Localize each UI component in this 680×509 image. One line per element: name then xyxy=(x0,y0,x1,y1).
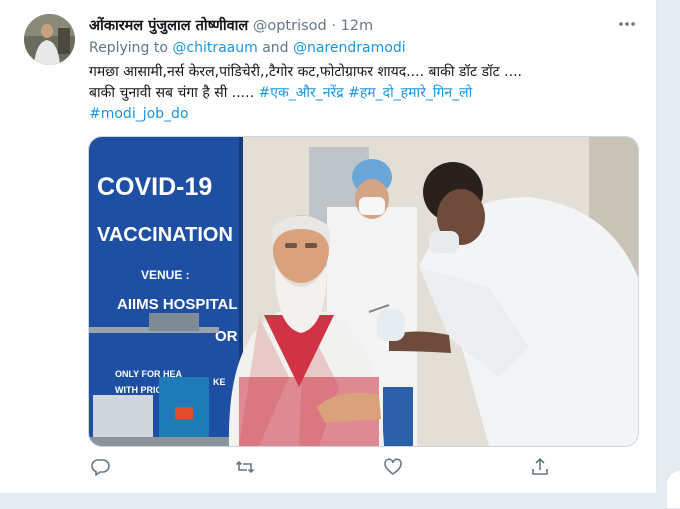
author-name[interactable]: ओंकारमल पुंजुलाल तोष्णीवाल xyxy=(89,18,248,34)
replying-to-label: Replying to xyxy=(89,40,173,56)
avatar[interactable] xyxy=(24,14,75,65)
mention-narendramodi[interactable]: @narendramodi xyxy=(293,40,406,56)
share-icon[interactable] xyxy=(529,456,551,478)
more-options-icon[interactable] xyxy=(616,16,638,32)
tweet-header: ओंकारमल पुंजुलाल तोष्णीवाल @optrisod · 1… xyxy=(89,15,373,35)
reply-icon[interactable] xyxy=(89,456,111,478)
banner-text-ke: KE xyxy=(213,377,226,387)
mention-chitraaum[interactable]: @chitraaum xyxy=(172,40,257,56)
tweet-actions xyxy=(89,456,559,480)
time-separator: · xyxy=(326,18,341,34)
tweet-time[interactable]: 12m xyxy=(341,18,374,34)
tweet-text-line-2: बाकी चुनावी सब चंगा है सी ..... #एक_और_न… xyxy=(89,83,634,104)
banner-text-covid: COVID-19 xyxy=(97,173,212,201)
tweet-photo[interactable]: COVID-19 VACCINATION VENUE : AIIMS HOSPI… xyxy=(88,136,639,447)
tweet-card[interactable]: ओंकारमल पुंजुलाल तोष्णीवाल @optrisod · 1… xyxy=(0,0,657,494)
and-label: and xyxy=(257,40,294,56)
tweet-text-line-2-text: बाकी चुनावी सब चंगा है सी ..... xyxy=(89,85,259,101)
banner-text-venue: VENUE : xyxy=(141,268,190,282)
like-icon[interactable] xyxy=(382,456,404,478)
replying-to: Replying to @chitraaum and @narendramodi xyxy=(89,40,406,56)
retweet-icon[interactable] xyxy=(234,456,256,478)
next-card-edge xyxy=(666,470,680,509)
hashtag-modi-job-do[interactable]: #modi_job_do xyxy=(89,106,189,122)
author-handle[interactable]: @optrisod xyxy=(253,18,327,34)
tweet-text: गमछा आसामी,नर्स केरल,पांडिचेरी,,टैगोर कट… xyxy=(89,62,634,125)
tweet-text-line-1: गमछा आसामी,नर्स केरल,पांडिचेरी,,टैगोर कट… xyxy=(89,64,522,80)
hashtag-hum-do-hamare[interactable]: #हम_दो_हमारे_गिन_लो xyxy=(348,85,472,101)
timeline-gutter xyxy=(657,0,680,507)
hashtag-ek-aur-narendra[interactable]: #एक_और_नरेंद्र xyxy=(258,85,343,101)
banner-text-aiims: AIIMS HOSPITAL xyxy=(117,296,238,313)
banner-text-vaccination: VACCINATION xyxy=(97,224,233,246)
